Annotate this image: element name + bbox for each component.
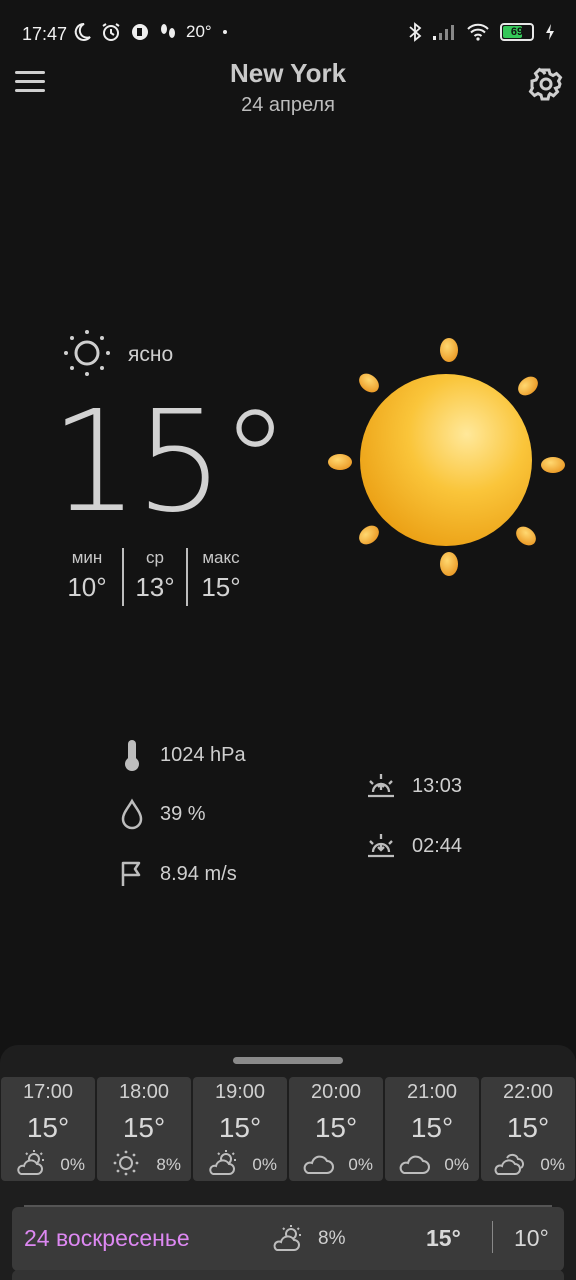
status-left-icons: 20° bbox=[72, 22, 229, 42]
max-value: 15° bbox=[201, 572, 241, 602]
weather-illustration bbox=[328, 338, 565, 576]
sunset-value: 02:44 bbox=[412, 834, 463, 857]
day-row[interactable]: 24 воскресенье 8% 15° 10° bbox=[12, 1207, 564, 1271]
drop-icon bbox=[121, 798, 143, 830]
current-temperature: 15° bbox=[50, 381, 290, 544]
min-value: 10° bbox=[67, 572, 107, 602]
humidity-row: 39 % bbox=[120, 798, 206, 830]
alarm-icon bbox=[102, 23, 120, 41]
max-label: макс bbox=[202, 548, 240, 567]
avg-label: ср bbox=[146, 548, 164, 567]
app-icon bbox=[132, 24, 148, 40]
divider bbox=[492, 1221, 493, 1253]
day-max-temp: 15° bbox=[426, 1225, 461, 1251]
status-time: 17:47 bbox=[22, 24, 68, 44]
hour-precip: 0% bbox=[348, 1155, 373, 1174]
date-label: 24 апреля bbox=[241, 94, 335, 116]
battery-level: 69 bbox=[510, 26, 524, 38]
day-precip: 8% bbox=[318, 1228, 346, 1249]
sun-icon bbox=[64, 330, 110, 376]
hour-card[interactable]: 18:00 15° 8% bbox=[97, 1077, 191, 1181]
thermometer-icon bbox=[125, 740, 139, 771]
wind-value: 8.94 m/s bbox=[160, 862, 237, 885]
status-right-icons: 69 bbox=[408, 22, 556, 42]
hour-temp: 15° bbox=[26, 1112, 70, 1143]
sunrise-value: 13:03 bbox=[412, 774, 463, 797]
gear-icon[interactable] bbox=[528, 66, 564, 102]
status-bar: 17:47 20° 69 bbox=[0, 0, 576, 66]
day-label: 24 воскресенье bbox=[24, 1225, 190, 1251]
flag-icon bbox=[121, 861, 141, 886]
wifi-icon bbox=[467, 23, 489, 41]
hour-time: 21:00 bbox=[406, 1081, 458, 1103]
partly-cloudy-icon bbox=[273, 1225, 301, 1251]
steps-icon bbox=[161, 24, 175, 38]
min-label: мин bbox=[71, 548, 103, 567]
pressure-row: 1024 hPa bbox=[120, 738, 246, 772]
battery-icon: 69 bbox=[500, 23, 534, 41]
hour-temp: 15° bbox=[314, 1112, 358, 1143]
dot-icon bbox=[222, 30, 227, 34]
condition-text: ясно bbox=[128, 343, 174, 366]
hour-card[interactable]: 21:00 15° 0% bbox=[385, 1077, 479, 1181]
moon-icon bbox=[74, 22, 91, 41]
signal-icon bbox=[433, 25, 454, 40]
hour-precip: 0% bbox=[540, 1155, 565, 1174]
sunset-icon bbox=[368, 834, 394, 858]
avg-value: 13° bbox=[135, 572, 175, 602]
day-min-temp: 10° bbox=[514, 1225, 549, 1251]
hour-temp: 15° bbox=[506, 1112, 550, 1143]
hour-precip: 8% bbox=[156, 1155, 181, 1174]
divider bbox=[122, 548, 124, 606]
max-temp-block: макс 15° bbox=[196, 548, 246, 603]
sun-icon bbox=[113, 1150, 139, 1176]
hour-time: 20:00 bbox=[310, 1081, 362, 1103]
hour-card[interactable]: 22:00 15° 0% bbox=[481, 1077, 575, 1181]
clouds-icon bbox=[494, 1153, 524, 1175]
hour-temp: 15° bbox=[218, 1112, 262, 1143]
hour-time: 22:00 bbox=[502, 1081, 554, 1103]
hour-precip: 0% bbox=[444, 1155, 469, 1174]
wind-row: 8.94 m/s bbox=[120, 860, 237, 888]
min-temp-block: мин 10° bbox=[62, 548, 112, 603]
hour-precip: 0% bbox=[60, 1155, 85, 1174]
sunrise-row: 13:03 bbox=[366, 772, 462, 800]
hour-time: 18:00 bbox=[118, 1081, 170, 1103]
hour-temp: 15° bbox=[122, 1112, 166, 1143]
next-day-row-edge bbox=[12, 1270, 564, 1280]
charging-icon bbox=[546, 24, 554, 40]
humidity-value: 39 % bbox=[160, 802, 206, 825]
hour-time: 19:00 bbox=[214, 1081, 266, 1103]
cloud-icon bbox=[303, 1155, 334, 1174]
sunset-row: 02:44 bbox=[366, 832, 462, 860]
city-title[interactable]: New York bbox=[0, 58, 576, 89]
hour-precip: 0% bbox=[252, 1155, 277, 1174]
avg-temp-block: ср 13° bbox=[131, 548, 179, 603]
partly-cloudy-icon bbox=[209, 1150, 236, 1175]
forecast-sheet[interactable]: 17:00 15° 0% 18:00 15° 8% 19:00 15° 0% 2… bbox=[0, 1045, 576, 1280]
hour-card[interactable]: 19:00 15° 0% bbox=[193, 1077, 287, 1181]
sunrise-icon bbox=[368, 774, 394, 798]
hour-card[interactable]: 20:00 15° 0% bbox=[289, 1077, 383, 1181]
hour-temp: 15° bbox=[410, 1112, 454, 1143]
sheet-handle[interactable] bbox=[233, 1057, 343, 1064]
cloud-icon bbox=[399, 1155, 430, 1174]
hour-time: 17:00 bbox=[22, 1081, 74, 1103]
hour-card[interactable]: 17:00 15° 0% bbox=[1, 1077, 95, 1181]
partly-cloudy-icon bbox=[17, 1150, 44, 1175]
divider bbox=[186, 548, 188, 606]
pressure-value: 1024 hPa bbox=[160, 743, 246, 766]
bluetooth-icon bbox=[409, 22, 422, 42]
status-temp: 20° bbox=[186, 22, 212, 41]
